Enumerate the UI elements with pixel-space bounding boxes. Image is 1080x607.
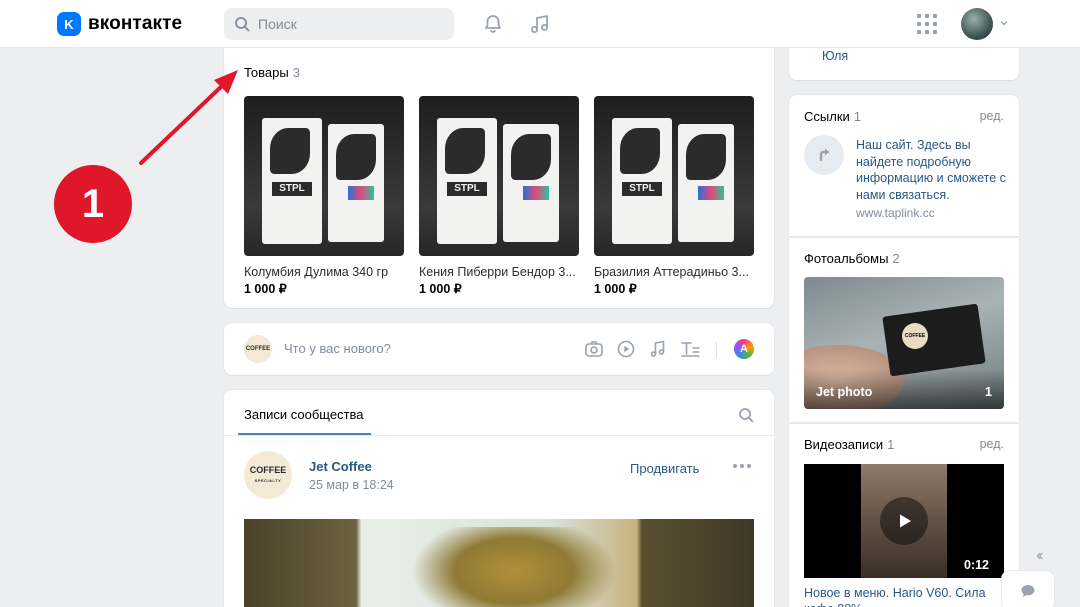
links-edit-button[interactable]: ред. <box>980 109 1004 123</box>
composer-avatar: COFFEE <box>244 335 272 363</box>
video-icon[interactable] <box>616 339 636 359</box>
good-name[interactable]: Бразилия Аттерадиньо 3... <box>594 265 754 279</box>
videos-block: Видеозаписи 1 ред. 0:12 Новое в меню. Har… <box>789 423 1019 607</box>
links-title[interactable]: Ссылки 1 <box>804 109 861 124</box>
good-item[interactable]: STPL Кения Пиберри Бендор 3... 1 000 ₽ <box>419 96 579 296</box>
good-image[interactable]: STPL <box>594 96 754 256</box>
good-name[interactable]: Кения Пиберри Бендор 3... <box>419 265 579 279</box>
annotation-badge: 1 <box>54 165 132 243</box>
block-divider <box>789 423 1019 424</box>
music-icon[interactable] <box>648 339 668 359</box>
link-description[interactable]: Наш сайт. Здесь вы найдете подробную инф… <box>856 137 1008 203</box>
vk-logo-text: вконтакте <box>88 13 183 34</box>
links-block: Ссылки 1 ред. Наш сайт. Здесь вы найдете … <box>789 95 1019 237</box>
post-author-avatar[interactable]: COFFEE SPECIALTY <box>244 451 292 499</box>
video-duration: 0:12 <box>963 558 989 572</box>
camera-icon[interactable] <box>584 339 604 359</box>
goods-block: Товары 3 STPL Колумбия Дулима 340 гр 1 00… <box>224 48 774 308</box>
play-icon[interactable] <box>880 497 928 545</box>
good-image[interactable]: STPL <box>419 96 579 256</box>
albums-title[interactable]: Фотоальбомы 2 <box>804 251 900 266</box>
chevron-down-icon[interactable] <box>999 18 1009 28</box>
video-thumbnail[interactable]: 0:12 <box>804 464 1004 578</box>
vk-logo[interactable]: K вконтакте <box>57 12 182 36</box>
link-arrow-icon[interactable] <box>804 135 844 175</box>
contact-name[interactable]: Юля <box>822 49 848 63</box>
search-input[interactable] <box>258 16 438 32</box>
album-name: Jet photo <box>816 385 873 399</box>
search-icon <box>235 17 250 32</box>
goods-count: 3 <box>292 65 300 80</box>
good-item[interactable]: STPL Бразилия Аттерадиньо 3... 1 000 ₽ <box>594 96 754 296</box>
link-url: www.taplink.cc <box>856 206 935 220</box>
good-price: 1 000 ₽ <box>594 282 637 296</box>
profile-avatar[interactable] <box>961 8 993 40</box>
apps-icon[interactable] <box>917 14 937 34</box>
goods-title[interactable]: Товары 3 <box>244 65 300 80</box>
album-card-logo: COFFEE <box>902 323 928 349</box>
wall-divider <box>224 435 774 436</box>
good-name[interactable]: Колумбия Дулима 340 гр <box>244 265 404 279</box>
videos-edit-button[interactable]: ред. <box>980 437 1004 451</box>
chat-button[interactable] <box>1002 571 1054 607</box>
search-icon[interactable] <box>738 407 754 423</box>
article-icon[interactable] <box>680 339 700 359</box>
more-icon[interactable] <box>733 464 751 468</box>
good-image[interactable]: STPL <box>244 96 404 256</box>
good-price: 1 000 ₽ <box>419 282 462 296</box>
search-box[interactable] <box>224 8 454 40</box>
top-header: K вконтакте <box>0 0 1080 48</box>
gradient-a-button[interactable]: A <box>734 339 754 359</box>
collapse-chevrons-icon[interactable]: ‹‹ <box>1036 547 1043 565</box>
wall-block: Записи сообщества COFFEE SPECIALTY Jet Co… <box>224 390 774 607</box>
bell-icon[interactable] <box>481 12 505 36</box>
composer-placeholder[interactable]: Что у вас нового? <box>284 341 391 356</box>
album-cover[interactable]: COFFEE Jet photo 1 <box>804 277 1004 409</box>
videos-title[interactable]: Видеозаписи 1 <box>804 437 894 452</box>
post-photo[interactable] <box>244 519 754 607</box>
post-author-name[interactable]: Jet Coffee <box>309 459 372 474</box>
good-price: 1 000 ₽ <box>244 282 287 296</box>
promote-button[interactable]: Продвигать <box>630 461 699 476</box>
video-title[interactable]: Новое в меню. Hario V60. Сила кофе 80% <box>804 585 1004 607</box>
contacts-block: Юля <box>789 48 1019 80</box>
good-item[interactable]: STPL Колумбия Дулима 340 гр 1 000 ₽ <box>244 96 404 296</box>
vk-logo-icon: K <box>57 12 81 36</box>
tab-community-posts[interactable]: Записи сообщества <box>244 407 364 422</box>
music-icon[interactable] <box>528 12 552 36</box>
album-count: 1 <box>985 385 992 399</box>
post-date[interactable]: 25 мар в 18:24 <box>309 478 394 492</box>
block-divider <box>789 237 1019 238</box>
albums-block: Фотоальбомы 2 COFFEE Jet photo 1 <box>789 237 1019 423</box>
composer-divider <box>716 341 717 357</box>
chat-icon <box>1021 585 1035 597</box>
